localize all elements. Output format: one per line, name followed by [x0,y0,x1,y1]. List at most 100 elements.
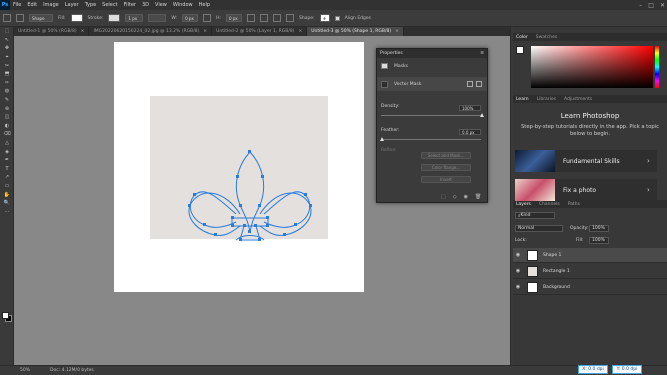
path-ops-icon[interactable] [247,14,255,22]
close-icon[interactable]: × [395,29,399,34]
fg-bg-colors[interactable] [2,312,12,322]
stroke-type-select[interactable] [148,14,167,22]
quick-select-tool-icon[interactable]: ⬒ [0,70,14,79]
tab-learn[interactable]: Learn [516,97,529,102]
select-and-mask-button[interactable]: Select and Mask... [421,152,471,159]
close-icon[interactable]: × [81,29,85,34]
tab-color[interactable]: Color [516,35,528,40]
type-tool-icon[interactable]: T [0,165,14,174]
tab-untitled-3[interactable]: Untitled-3 @ 50% (Shape 1, RGB/8) × [307,27,404,36]
density-field[interactable]: 100% [459,105,481,111]
brush-tool-icon[interactable]: ◫ [0,113,14,122]
width-field[interactable]: 0 px [182,14,199,22]
close-icon[interactable]: × [203,29,207,34]
visibility-icon[interactable]: ◉ [464,194,468,200]
menu-type[interactable]: Type [82,2,99,8]
crop-tool-icon[interactable]: ✑ [0,79,14,88]
shape-tool-icon[interactable]: ▭ [0,182,14,191]
tab-paths[interactable]: Paths [568,202,580,207]
apply-mask-icon[interactable]: ◇ [453,194,457,200]
clone-stamp-tool-icon[interactable]: ◐ [0,122,14,131]
stroke-swatch[interactable] [108,14,121,22]
path-arrange-icon[interactable] [273,14,281,22]
stroke-width-field[interactable]: 1 px [125,14,144,22]
lasso-tool-icon[interactable]: ✂ [0,61,14,70]
menu-view[interactable]: View [152,2,170,8]
more-tools-icon[interactable]: ⋯ [0,207,14,216]
zoom-level[interactable]: 50% [20,368,30,373]
gear-icon[interactable] [286,14,294,22]
artboard-tool-icon[interactable]: ✥ [0,44,14,53]
healing-brush-tool-icon[interactable]: ⊜ [0,104,14,113]
fill-field[interactable]: 100% [589,237,609,244]
layer-filter-kind-select[interactable]: ⌕ Kind [515,212,555,219]
menu-edit[interactable]: Edit [24,2,40,8]
trash-icon[interactable]: 🗑 [475,194,481,200]
pen-tool-icon[interactable]: ✒ [0,156,14,165]
menu-help[interactable]: Help [196,2,213,8]
minimize-icon[interactable]: – [639,2,642,9]
density-slider[interactable] [381,115,481,116]
visibility-eye-icon[interactable]: ◉ [513,284,523,290]
close-icon[interactable]: × [298,29,302,34]
hue-slider[interactable] [655,46,659,88]
hand-tool-icon[interactable]: ✋ [0,190,14,199]
tab-libraries[interactable]: Libraries [537,97,556,102]
tab-adjustments[interactable]: Adjustments [564,97,592,102]
path-align-icon[interactable] [260,14,268,22]
align-edges-checkbox[interactable] [334,15,340,21]
load-selection-icon[interactable]: ⬚ [441,194,446,200]
close-icon[interactable]: ✕ [660,2,665,9]
feather-field[interactable]: 0.0 px [459,129,481,135]
opacity-field[interactable]: 100% [589,225,609,232]
path-select-tool-icon[interactable]: ↗ [0,173,14,182]
panel-menu-icon[interactable]: ≡ [480,51,484,56]
tab-untitled-1[interactable]: Untitled-1 @ 50% (RGB/8) × [14,27,90,36]
learn-card-fundamental-skills[interactable]: Fundamental Skills › [515,150,657,172]
fill-swatch[interactable] [70,14,83,22]
color-range-button[interactable]: Color Range... [421,164,471,171]
maximize-icon[interactable]: □ [648,2,654,9]
feather-slider-thumb[interactable] [380,137,384,141]
density-slider-thumb[interactable] [480,113,484,117]
tab-swatches[interactable]: Swatches [536,35,558,40]
link-icon[interactable] [203,14,212,22]
tab-untitled-2[interactable]: Untitled-2 @ 50% (Layer 1, RGB/8) × [212,27,308,36]
invert-button[interactable]: Invert [421,176,471,183]
menu-image[interactable]: Image [40,2,62,8]
zoom-tool-icon[interactable]: 🔍 [0,199,14,208]
color-picker-field[interactable] [531,46,653,88]
menu-file[interactable]: File [10,2,24,8]
height-field[interactable]: 0 px [226,14,242,22]
foreground-color-chip[interactable] [516,46,524,54]
foreground-color-swatch[interactable] [2,312,9,319]
learn-card-fix-a-photo[interactable]: Fix a photo › [515,179,657,201]
home-icon[interactable] [3,14,11,22]
gradient-tool-icon[interactable]: △ [0,139,14,148]
menu-window[interactable]: Window [170,2,196,8]
move-tool-icon[interactable]: ↖ [0,36,14,45]
blur-tool-icon[interactable]: ◈ [0,147,14,156]
add-pixel-mask-icon[interactable] [467,81,473,87]
eyedropper-tool-icon[interactable]: ✎ [0,96,14,105]
tool-mode-select[interactable]: Shape [29,14,53,22]
marquee-tool-icon[interactable]: ⌖ [0,53,14,62]
visibility-eye-icon[interactable]: ◉ [513,268,523,274]
layer-row-rectangle-1[interactable]: ◉ Rectangle 1 [513,264,667,279]
tab-layers[interactable]: Layers [516,202,531,207]
visibility-eye-icon[interactable]: ◉ [513,252,523,258]
menu-select[interactable]: Select [99,2,120,8]
add-vector-mask-icon[interactable] [476,81,482,87]
tab-img-photo[interactable]: IMG20220620150224_02.jpg @ 13.2% (RGB/8)… [89,27,213,36]
vector-mask-row[interactable]: Vector Mask [377,77,487,91]
feather-slider[interactable] [381,139,481,140]
layer-row-background[interactable]: ◉ Background [513,280,667,295]
menu-filter[interactable]: Filter [121,2,139,8]
menu-3d[interactable]: 3D [139,2,152,8]
blend-mode-select[interactable]: Normal [515,225,563,232]
tab-channels[interactable]: Channels [539,202,560,207]
menu-layer[interactable]: Layer [62,2,82,8]
layer-row-shape-1[interactable]: ◉ Shape 1 [513,248,667,263]
toolbar-collapse-icon[interactable]: ⬚ [0,27,14,36]
pen-tool-icon[interactable] [16,14,24,22]
